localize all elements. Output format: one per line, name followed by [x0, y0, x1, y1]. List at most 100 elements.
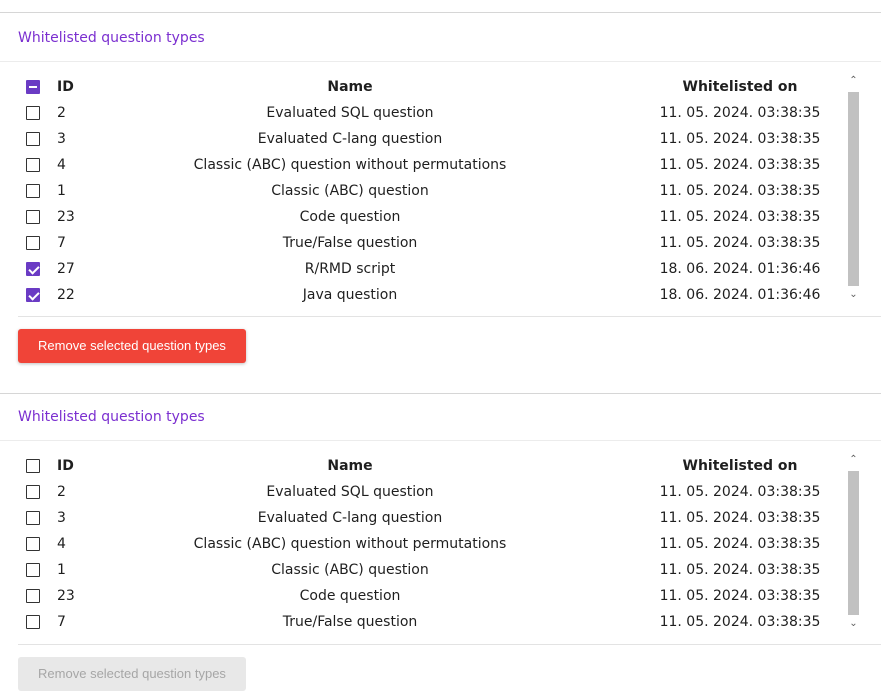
- row-checkbox[interactable]: [26, 210, 40, 224]
- cell-id: 27: [57, 261, 75, 277]
- row-checkbox[interactable]: [26, 563, 40, 577]
- cell-name: Classic (ABC) question: [271, 562, 429, 578]
- cell-name: R/RMD script: [304, 261, 396, 277]
- table-row[interactable]: 22 Java question 18. 06. 2024. 01:36:46: [20, 282, 860, 304]
- cell-id: 22: [57, 287, 75, 303]
- cell-id: 2: [57, 484, 66, 500]
- row-checkbox[interactable]: [26, 537, 40, 551]
- table-scrollbar[interactable]: ⌃ ⌄: [846, 74, 861, 304]
- cell-name: True/False question: [282, 614, 418, 630]
- chevron-up-icon[interactable]: ⌃: [846, 74, 861, 88]
- question-types-table[interactable]: ID Name Whitelisted on 2 Evaluated SQL qu…: [20, 74, 880, 304]
- table-row[interactable]: 3 Evaluated C-lang question 11. 05. 2024. …: [20, 126, 860, 152]
- column-header-date[interactable]: Whitelisted on: [640, 74, 840, 100]
- row-checkbox[interactable]: [26, 511, 40, 525]
- table-header-row: ID Name Whitelisted on: [20, 453, 860, 479]
- remove-selected-button[interactable]: Remove selected question types: [18, 657, 246, 691]
- row-checkbox[interactable]: [26, 288, 40, 302]
- cell-id: 3: [57, 131, 66, 147]
- select-all-checkbox[interactable]: [26, 459, 40, 473]
- row-checkbox[interactable]: [26, 615, 40, 629]
- cell-whitelisted-on: 11. 05. 2024. 03:38:35: [659, 562, 821, 578]
- cell-name: Classic (ABC) question: [271, 183, 429, 199]
- cell-name: Evaluated C-lang question: [257, 131, 443, 147]
- table-row[interactable]: 23 Code question 11. 05. 2024. 03:38:35: [20, 583, 860, 609]
- cell-whitelisted-on: 11. 05. 2024. 03:38:35: [659, 510, 821, 526]
- cell-id: 2: [57, 105, 66, 121]
- table-row[interactable]: 2 Evaluated SQL question 11. 05. 2024. 03:…: [20, 100, 860, 126]
- table-row[interactable]: 2 Evaluated SQL question 11. 05. 2024. 03:…: [20, 479, 860, 505]
- table-header-row: ID Name Whitelisted on: [20, 74, 860, 100]
- question-types-table[interactable]: ID Name Whitelisted on 2 Evaluated SQL qu…: [20, 453, 880, 633]
- cell-whitelisted-on: 11. 05. 2024. 03:38:35: [659, 614, 821, 630]
- table-row[interactable]: 1 Classic (ABC) question 11. 05. 2024. 03:…: [20, 178, 860, 204]
- row-checkbox[interactable]: [26, 262, 40, 276]
- cell-whitelisted-on: 18. 06. 2024. 01:36:46: [659, 261, 821, 277]
- cell-name: Evaluated C-lang question: [257, 510, 443, 526]
- row-checkbox[interactable]: [26, 158, 40, 172]
- cell-whitelisted-on: 11. 05. 2024. 03:38:35: [659, 588, 821, 604]
- cell-name: Classic (ABC) question without permutati…: [193, 157, 507, 173]
- cell-name: Java question: [302, 287, 398, 303]
- column-header-name[interactable]: Name: [140, 453, 560, 479]
- row-checkbox[interactable]: [26, 184, 40, 198]
- chevron-down-icon[interactable]: ⌄: [846, 617, 861, 631]
- cell-whitelisted-on: 11. 05. 2024. 03:38:35: [659, 105, 821, 121]
- row-checkbox[interactable]: [26, 589, 40, 603]
- cell-id: 7: [57, 614, 66, 630]
- cell-id: 23: [57, 209, 75, 225]
- whitelist-panel-primary: Whitelisted question types ID Name White…: [0, 12, 881, 372]
- cell-name: Code question: [299, 209, 401, 225]
- row-checkbox[interactable]: [26, 132, 40, 146]
- row-checkbox[interactable]: [26, 236, 40, 250]
- cell-name: Evaluated SQL question: [266, 484, 434, 500]
- table-row[interactable]: 23 Code question 11. 05. 2024. 03:38:35: [20, 204, 860, 230]
- column-header-id[interactable]: ID: [57, 74, 74, 100]
- remove-selected-button[interactable]: Remove selected question types: [18, 329, 246, 363]
- panel-divider: [0, 393, 881, 394]
- cell-whitelisted-on: 11. 05. 2024. 03:38:35: [659, 209, 821, 225]
- cell-whitelisted-on: 11. 05. 2024. 03:38:35: [659, 183, 821, 199]
- scrollbar-thumb[interactable]: [848, 471, 859, 615]
- cell-id: 4: [57, 157, 66, 173]
- panel-divider: [0, 12, 881, 13]
- cell-id: 1: [57, 562, 66, 578]
- panel-title: Whitelisted question types: [18, 30, 205, 46]
- column-header-id[interactable]: ID: [57, 453, 74, 479]
- title-divider: [0, 61, 881, 62]
- cell-whitelisted-on: 11. 05. 2024. 03:38:35: [659, 157, 821, 173]
- chevron-down-icon[interactable]: ⌄: [846, 288, 861, 302]
- row-checkbox[interactable]: [26, 485, 40, 499]
- table-row[interactable]: 3 Evaluated C-lang question 11. 05. 2024. …: [20, 505, 860, 531]
- table-row[interactable]: 4 Classic (ABC) question without permutat…: [20, 531, 860, 557]
- chevron-up-icon[interactable]: ⌃: [846, 453, 861, 467]
- column-header-name[interactable]: Name: [140, 74, 560, 100]
- cell-whitelisted-on: 11. 05. 2024. 03:38:35: [659, 235, 821, 251]
- table-bottom-divider: [18, 316, 881, 317]
- cell-id: 23: [57, 588, 75, 604]
- table-row[interactable]: 1 Classic (ABC) question 11. 05. 2024. 03:…: [20, 557, 860, 583]
- row-checkbox[interactable]: [26, 106, 40, 120]
- cell-id: 4: [57, 536, 66, 552]
- table-bottom-divider: [18, 644, 881, 645]
- table-scrollbar[interactable]: ⌃ ⌄: [846, 453, 861, 633]
- column-header-date[interactable]: Whitelisted on: [640, 453, 840, 479]
- panel-title: Whitelisted question types: [18, 409, 205, 425]
- cell-whitelisted-on: 11. 05. 2024. 03:38:35: [659, 484, 821, 500]
- cell-name: Code question: [299, 588, 401, 604]
- cell-name: Evaluated SQL question: [266, 105, 434, 121]
- title-divider: [0, 440, 881, 441]
- cell-whitelisted-on: 11. 05. 2024. 03:38:35: [659, 536, 821, 552]
- table-row[interactable]: 4 Classic (ABC) question without permutat…: [20, 152, 860, 178]
- cell-id: 3: [57, 510, 66, 526]
- table-row[interactable]: 7 True/False question 11. 05. 2024. 03:38:…: [20, 230, 860, 256]
- cell-whitelisted-on: 11. 05. 2024. 03:38:35: [659, 131, 821, 147]
- whitelist-panel-secondary: Whitelisted question types ID Name White…: [0, 393, 881, 691]
- select-all-checkbox[interactable]: [26, 80, 40, 94]
- table-row[interactable]: 7 True/False question 11. 05. 2024. 03:38:…: [20, 609, 860, 633]
- cell-id: 1: [57, 183, 66, 199]
- cell-id: 7: [57, 235, 66, 251]
- scrollbar-thumb[interactable]: [848, 92, 859, 286]
- cell-name: True/False question: [282, 235, 418, 251]
- table-row[interactable]: 27 R/RMD script 18. 06. 2024. 01:36:46: [20, 256, 860, 282]
